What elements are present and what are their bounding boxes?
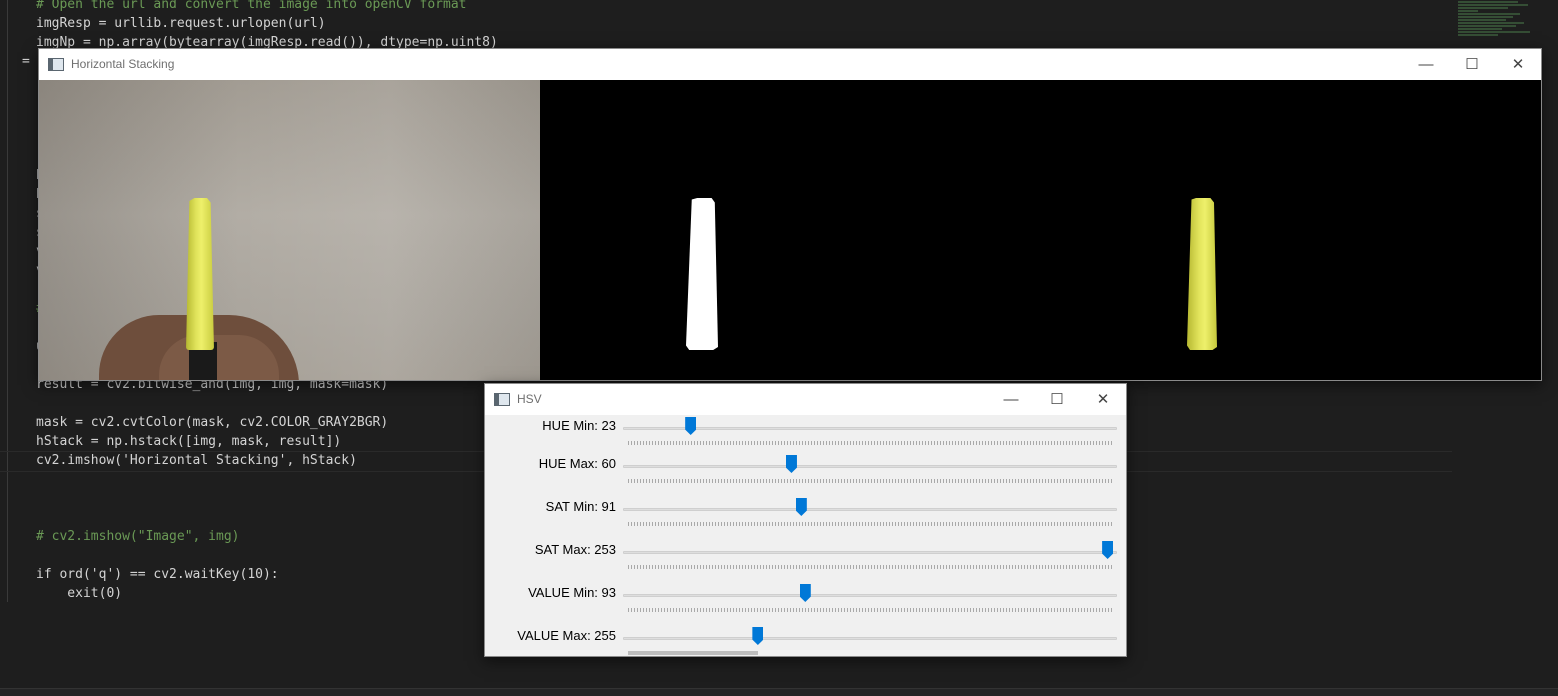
trackbar-label: VALUE Min: 93 xyxy=(528,585,616,600)
result-panel xyxy=(1041,80,1541,380)
opencv-window-icon xyxy=(48,57,64,71)
trackbar-hue-max: HUE Max: 60 xyxy=(485,453,1126,496)
code-line[interactable]: cv2.imshow('Horizontal Stacking', hStack… xyxy=(36,451,357,470)
gutter-divider xyxy=(7,0,8,602)
trackbar-label: HUE Max: 60 xyxy=(538,456,616,471)
slider-thumb[interactable] xyxy=(752,627,764,645)
slider-ticks xyxy=(628,479,1112,483)
trackbar-sat-max: SAT Max: 253 xyxy=(485,539,1126,582)
slider-track[interactable] xyxy=(623,427,1117,430)
maximize-button[interactable]: ☐ xyxy=(1449,49,1495,79)
code-line[interactable]: imgResp = urllib.request.urlopen(url) xyxy=(36,14,326,33)
trackbar-hue-min: HUE Min: 23 xyxy=(485,415,1126,458)
white-mask-shape xyxy=(686,198,718,350)
code-line[interactable]: # Open the url and convert the image int… xyxy=(36,0,466,14)
hsv-window[interactable]: HSV — ☐ ✕ HUE Min: 23 HUE Max: 60 SAT Mi… xyxy=(484,383,1127,657)
code-line[interactable]: mask = cv2.cvtColor(mask, cv2.COLOR_GRAY… xyxy=(36,413,388,432)
slider-thumb[interactable] xyxy=(1102,541,1114,559)
stacked-image-canvas xyxy=(39,80,1541,380)
slider-track[interactable] xyxy=(623,508,1117,511)
slider-ticks xyxy=(628,441,1112,445)
code-line[interactable]: exit(0) xyxy=(36,584,122,603)
window-titlebar[interactable]: Horizontal Stacking — ☐ ✕ xyxy=(39,49,1541,79)
trackbar-value-max: VALUE Max: 255 xyxy=(485,625,1126,656)
slider-ticks xyxy=(628,565,1112,569)
window-title: Horizontal Stacking xyxy=(71,57,175,71)
close-button[interactable]: ✕ xyxy=(1080,384,1126,414)
slider-track[interactable] xyxy=(623,551,1117,554)
horizontal-stacking-window[interactable]: Horizontal Stacking — ☐ ✕ xyxy=(38,48,1542,381)
slider-ticks xyxy=(628,522,1112,526)
minimize-button[interactable]: — xyxy=(988,384,1034,414)
slider-thumb[interactable] xyxy=(795,498,807,516)
trackbar-sat-min: SAT Min: 91 xyxy=(485,496,1126,539)
yellow-marker-image xyxy=(186,198,214,350)
code-line[interactable]: hStack = np.hstack([img, mask, result]) xyxy=(36,432,341,451)
trackbar-label: SAT Min: 91 xyxy=(545,499,616,514)
trackbar-value-min: VALUE Min: 93 xyxy=(485,582,1126,625)
original-image-panel xyxy=(39,80,540,380)
minimize-button[interactable]: — xyxy=(1403,49,1449,79)
trackbar-label: SAT Max: 253 xyxy=(534,542,616,557)
maximize-button[interactable]: ☐ xyxy=(1034,384,1080,414)
code-line[interactable]: # cv2.imshow("Image", img) xyxy=(36,527,240,546)
trackbar-label: HUE Min: 23 xyxy=(542,418,616,433)
slider-thumb[interactable] xyxy=(799,584,811,602)
close-button[interactable]: ✕ xyxy=(1495,49,1541,79)
window-titlebar[interactable]: HSV — ☐ ✕ xyxy=(485,384,1126,414)
slider-ticks xyxy=(628,608,1112,612)
trackbar-label: VALUE Max: 255 xyxy=(517,628,616,643)
slider-track[interactable] xyxy=(623,637,1117,640)
opencv-window-icon xyxy=(494,392,510,406)
masked-marker-shape xyxy=(1187,198,1217,350)
slider-track[interactable] xyxy=(623,594,1117,597)
mask-panel xyxy=(540,80,1041,380)
code-line[interactable]: if ord('q') == cv2.waitKey(10): xyxy=(36,565,279,584)
trackbar-panel: HUE Min: 23 HUE Max: 60 SAT Min: 91 SAT … xyxy=(485,415,1126,656)
slider-track[interactable] xyxy=(623,465,1117,468)
window-title: HSV xyxy=(517,392,542,406)
slider-thumb[interactable] xyxy=(685,417,697,435)
horizontal-scrollbar[interactable] xyxy=(628,651,758,655)
slider-thumb[interactable] xyxy=(785,455,797,473)
